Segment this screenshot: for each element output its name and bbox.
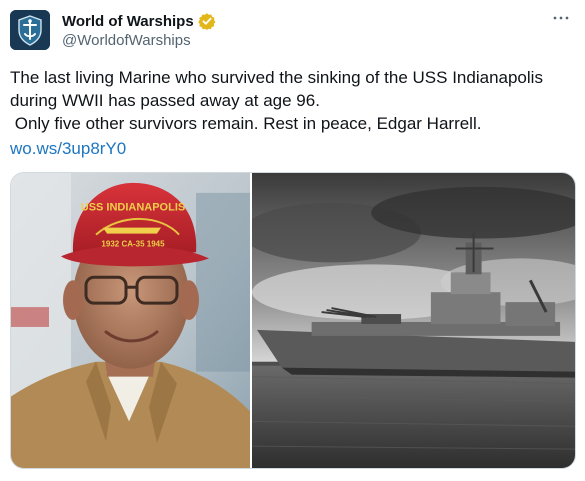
tweet-media: USS INDIANAPOLIS 1932 CA-35 1945 bbox=[10, 172, 576, 469]
tweet: World of Warships @WorldofWarships The l… bbox=[0, 0, 585, 481]
cap-text-bottom: 1932 CA-35 1945 bbox=[101, 240, 165, 249]
tweet-link[interactable]: wo.ws/3up8rY0 bbox=[10, 137, 126, 160]
warship-photo-image[interactable] bbox=[252, 173, 575, 468]
tweet-line: The last living Marine who survived the … bbox=[10, 68, 543, 87]
author-block: World of Warships @WorldofWarships bbox=[62, 11, 216, 49]
veteran-portrait-image[interactable]: USS INDIANAPOLIS 1932 CA-35 1945 bbox=[11, 173, 250, 468]
tweet-line: during WWII has passed away at age 96. bbox=[10, 91, 320, 110]
account-handle[interactable]: @WorldofWarships bbox=[62, 32, 216, 49]
tweet-line: Only five other survivors remain. Rest i… bbox=[10, 114, 482, 133]
account-avatar[interactable] bbox=[10, 10, 50, 50]
more-options-icon[interactable] bbox=[549, 8, 573, 28]
tweet-text: The last living Marine who survived the … bbox=[10, 66, 570, 160]
cap-text-top: USS INDIANAPOLIS bbox=[81, 202, 185, 214]
verified-badge-icon bbox=[197, 12, 216, 31]
display-name[interactable]: World of Warships bbox=[62, 13, 194, 30]
world-of-warships-logo-icon bbox=[10, 10, 50, 50]
